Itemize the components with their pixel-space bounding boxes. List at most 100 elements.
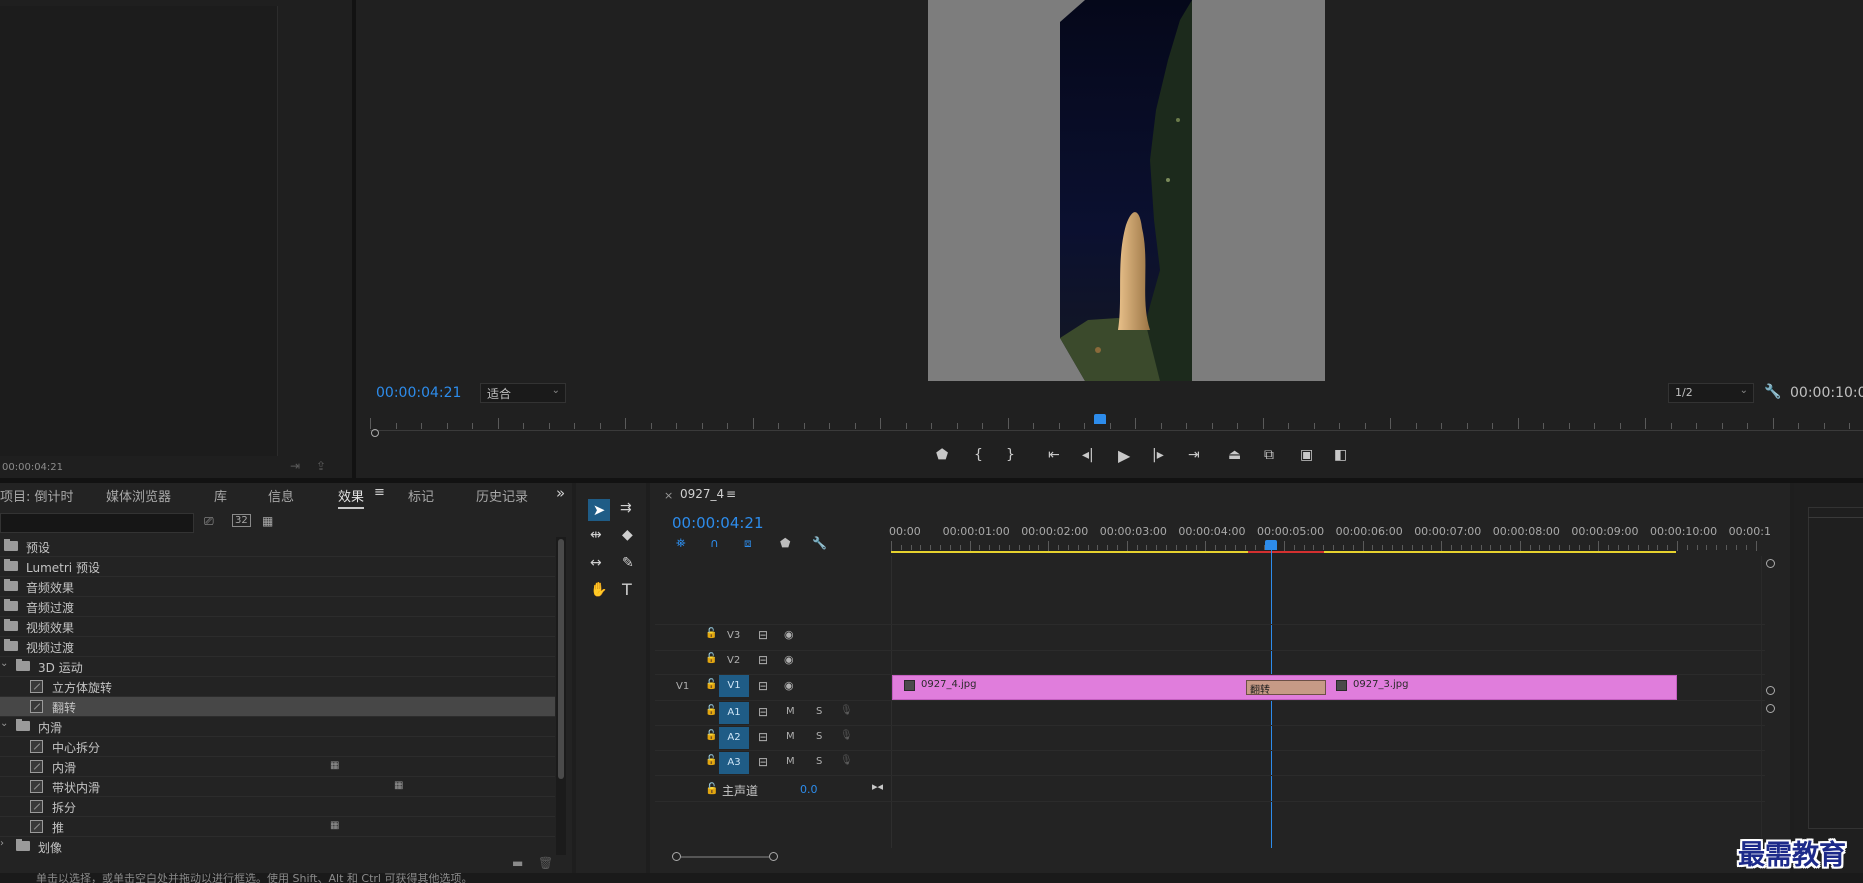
zoom-handle-right[interactable]: [769, 852, 778, 861]
timeline-menu-icon[interactable]: ≡: [726, 487, 736, 501]
program-scrollbar[interactable]: [370, 428, 1863, 438]
scroll-handle-mid[interactable]: [1766, 686, 1775, 695]
timeline-zoom-bar[interactable]: [672, 852, 1762, 862]
fit-dropdown[interactable]: 适合 ⌄: [480, 383, 566, 403]
effects-tree-item[interactable]: 带状内滑: [0, 777, 555, 797]
program-playhead[interactable]: [1094, 414, 1106, 424]
add-marker-icon[interactable]: ⬟: [936, 447, 948, 463]
lock-icon[interactable]: 🔓: [705, 628, 717, 639]
effects-tree-item[interactable]: 音频过渡: [0, 597, 555, 617]
pen-tool-icon[interactable]: ✎: [622, 555, 634, 571]
chevron-icon[interactable]: ⌄: [0, 658, 8, 669]
source-export-icon[interactable]: ⇪: [316, 459, 326, 473]
timeline-v-scroll[interactable]: [1761, 556, 1780, 846]
panel-tab[interactable]: 库: [214, 486, 227, 505]
effects-tree-item[interactable]: 中心拆分: [0, 737, 555, 757]
zoom-handle-left[interactable]: [672, 852, 681, 861]
sync-lock-icon[interactable]: ⊟: [758, 679, 768, 693]
sync-lock-icon[interactable]: ⊟: [758, 730, 768, 744]
effects-tree-item[interactable]: Lumetri 预设: [0, 557, 555, 577]
panel-tab[interactable]: 信息: [268, 486, 294, 505]
chevron-icon[interactable]: ›: [0, 838, 4, 849]
effects-tree-item[interactable]: 视频过渡: [0, 637, 555, 657]
effects-menu-icon[interactable]: ≡: [374, 485, 385, 500]
source-patch-label[interactable]: V1: [676, 681, 689, 692]
sync-lock-icon[interactable]: ⊟: [758, 628, 768, 642]
track-target-a2[interactable]: A2: [719, 727, 749, 749]
sync-lock-icon[interactable]: ⊟: [758, 705, 768, 719]
new-bin-icon[interactable]: ▬: [512, 856, 523, 870]
sync-lock-icon[interactable]: ⊟: [758, 755, 768, 769]
step-forward-icon[interactable]: |▸: [1152, 447, 1164, 463]
delete-icon[interactable]: 🗑: [538, 856, 553, 870]
compare-icon[interactable]: ◧: [1334, 447, 1347, 463]
effects-tree-item[interactable]: 推: [0, 817, 555, 837]
go-to-out-icon[interactable]: ⇥: [1188, 447, 1200, 463]
mark-out-icon[interactable]: }: [1006, 447, 1015, 463]
scroll-handle-top[interactable]: [1766, 559, 1775, 568]
solo-button[interactable]: S: [816, 756, 822, 767]
32bit-filter-icon[interactable]: 32: [232, 514, 251, 527]
lock-icon[interactable]: 🔓: [705, 755, 717, 766]
eye-icon[interactable]: ◉: [784, 628, 794, 641]
master-go-to-end-icon[interactable]: ▸◂: [872, 780, 883, 793]
effects-tree-item[interactable]: 拆分: [0, 797, 555, 817]
panel-tab[interactable]: 项目: 倒计时: [0, 486, 74, 505]
timeline-tab-close[interactable]: ×: [664, 489, 673, 502]
microphone-icon[interactable]: 🎙: [840, 730, 853, 741]
scroll-handle-left[interactable]: [371, 429, 379, 437]
effects-tree-item[interactable]: 翻转: [0, 697, 555, 717]
mute-button[interactable]: M: [786, 706, 795, 717]
transition-flip[interactable]: 翻转: [1246, 680, 1326, 696]
lock-icon[interactable]: 🔓: [705, 705, 717, 716]
track-select-tool-icon[interactable]: ⇉: [620, 500, 632, 516]
go-to-in-icon[interactable]: ⇤: [1048, 447, 1060, 463]
lock-icon[interactable]: 🔓: [705, 679, 717, 690]
eye-icon[interactable]: ◉: [784, 653, 794, 666]
resolution-dropdown[interactable]: 1/2 ⌄: [1668, 383, 1754, 403]
effects-scrollbar[interactable]: [556, 537, 566, 855]
effects-tree-item[interactable]: › 划像: [0, 837, 555, 855]
camera-icon[interactable]: ▣: [1300, 447, 1313, 463]
solo-button[interactable]: S: [816, 706, 822, 717]
mute-button[interactable]: M: [786, 731, 795, 742]
effects-search-input[interactable]: [0, 513, 194, 533]
snap-icon[interactable]: ∩: [710, 536, 719, 550]
effects-tree-item[interactable]: 内滑: [0, 757, 555, 777]
program-timecode[interactable]: 00:00:04:21: [376, 385, 461, 401]
effects-tree-item[interactable]: 立方体旋转: [0, 677, 555, 697]
extract-icon[interactable]: ⧉: [1264, 447, 1274, 463]
lift-icon[interactable]: ⏏: [1228, 447, 1241, 463]
lock-icon[interactable]: 🔓: [705, 782, 719, 795]
microphone-icon[interactable]: 🎙: [840, 705, 853, 716]
yuv-filter-icon[interactable]: ▦: [262, 514, 273, 528]
timeline-ruler[interactable]: 00:00 00:00:01:00 00:00:02:00 00:00:03:00 00…: [889, 520, 1771, 554]
effects-tree-item[interactable]: ⌄ 内滑: [0, 717, 555, 737]
timeline-timecode[interactable]: 00:00:04:21: [672, 514, 764, 532]
track-target-v3[interactable]: V3: [727, 630, 740, 641]
zoom-bar-track[interactable]: [681, 856, 769, 858]
add-marker-icon[interactable]: ⬟: [780, 536, 790, 550]
lock-icon[interactable]: 🔓: [705, 653, 717, 664]
master-track-value[interactable]: 0.0: [800, 783, 818, 796]
linked-select-icon[interactable]: ⧈: [744, 536, 752, 551]
timeline-settings-icon[interactable]: 🔧: [812, 536, 827, 550]
track-target-a3[interactable]: A3: [719, 752, 749, 774]
effects-tree-item[interactable]: ⌄ 3D 运动: [0, 657, 555, 677]
scroll-handle-low[interactable]: [1766, 704, 1775, 713]
chevron-icon[interactable]: ⌄: [0, 718, 8, 729]
microphone-icon[interactable]: 🎙: [840, 755, 853, 766]
panel-tab[interactable]: 标记: [408, 486, 434, 505]
play-icon[interactable]: ▶: [1118, 446, 1130, 465]
accelerated-filter-icon[interactable]: ⎚: [204, 514, 214, 529]
selection-tool-icon[interactable]: ➤: [588, 499, 610, 521]
track-target-v1[interactable]: V1: [719, 675, 749, 697]
sequence-tab[interactable]: 0927_4: [680, 487, 724, 501]
mark-in-icon[interactable]: {: [974, 447, 983, 463]
panel-tab[interactable]: 媒体浏览器: [106, 486, 171, 505]
effects-tree-item[interactable]: 音频效果: [0, 577, 555, 597]
effects-tree-item[interactable]: 预设: [0, 537, 555, 557]
slip-tool-icon[interactable]: ↔: [590, 555, 602, 571]
track-target-a1[interactable]: A1: [719, 702, 749, 724]
effects-scrollbar-thumb[interactable]: [558, 539, 564, 779]
